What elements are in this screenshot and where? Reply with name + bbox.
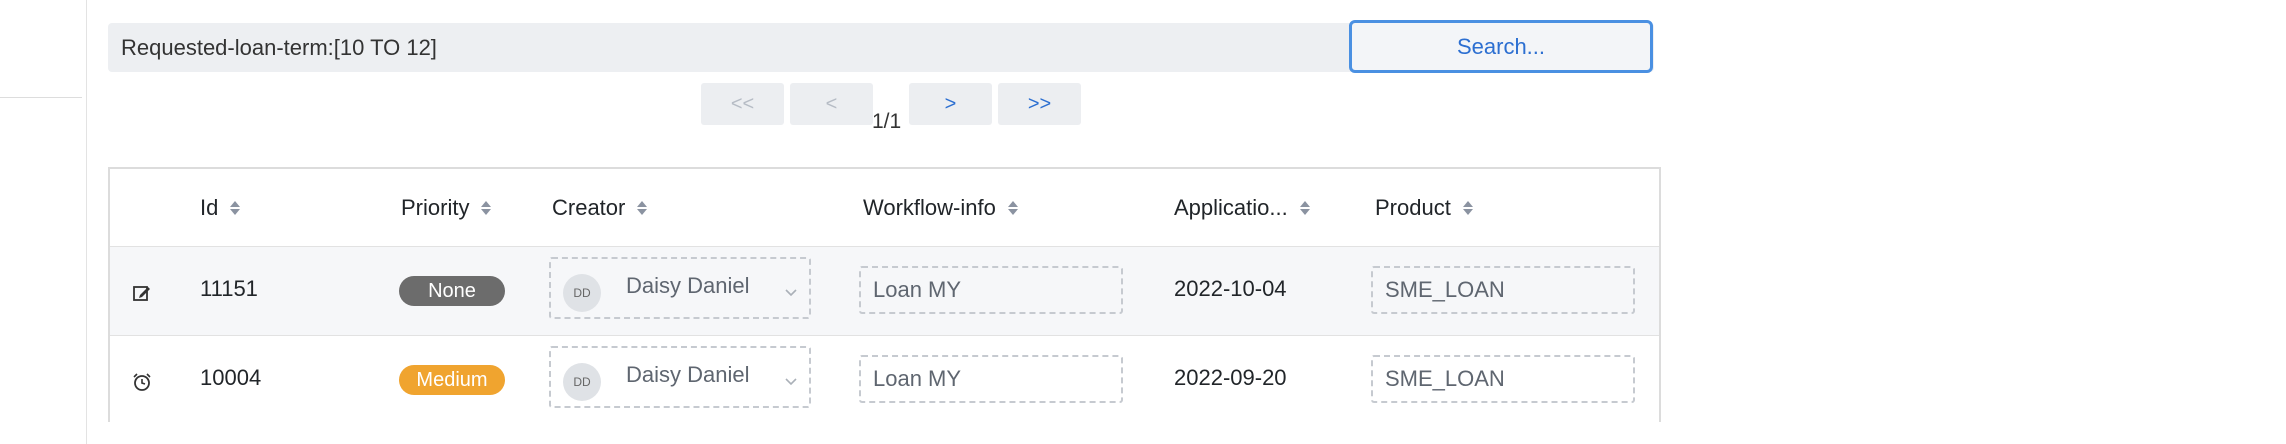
sort-icon[interactable] bbox=[1007, 201, 1018, 215]
column-header-workflow-info[interactable]: Workflow-info bbox=[863, 195, 1018, 221]
cell-id: 10004 bbox=[200, 365, 262, 390]
sort-icon[interactable] bbox=[1299, 201, 1310, 215]
priority-badge: None bbox=[399, 276, 505, 306]
column-label: Product bbox=[1375, 195, 1451, 220]
column-header-application[interactable]: Applicatio... bbox=[1174, 195, 1310, 221]
results-table: Id Priority Creator Workflow-info Applic… bbox=[108, 167, 1661, 424]
product-field[interactable]: SME_LOAN bbox=[1371, 266, 1635, 314]
first-page-button[interactable]: << bbox=[701, 83, 784, 125]
page-indicator: 1/1 bbox=[872, 110, 902, 133]
avatar: DD bbox=[563, 274, 601, 312]
creator-select[interactable]: DD Daisy Daniel bbox=[549, 346, 811, 408]
cell-application-date: 2022-09-20 bbox=[1174, 365, 1287, 390]
column-header-product[interactable]: Product bbox=[1375, 195, 1473, 221]
creator-name: Daisy Daniel bbox=[626, 362, 750, 387]
creator-name: Daisy Daniel bbox=[626, 273, 750, 298]
priority-badge: Medium bbox=[399, 365, 505, 395]
column-label: Priority bbox=[401, 195, 470, 220]
column-label: Creator bbox=[552, 195, 626, 220]
search-button[interactable]: Search... bbox=[1349, 20, 1653, 73]
sort-icon[interactable] bbox=[1462, 201, 1473, 215]
sort-icon[interactable] bbox=[230, 201, 241, 215]
left-sidebar bbox=[0, 0, 87, 444]
column-label: Id bbox=[200, 195, 219, 220]
chevron-down-icon bbox=[785, 285, 797, 297]
edit-icon[interactable] bbox=[132, 283, 152, 303]
sort-icon[interactable] bbox=[637, 201, 648, 215]
sort-icon[interactable] bbox=[481, 201, 492, 215]
column-header-id[interactable]: Id bbox=[200, 195, 241, 221]
table-row[interactable]: 10004 Medium DD Daisy Daniel Loan MY 202… bbox=[110, 336, 1659, 424]
avatar: DD bbox=[563, 363, 601, 401]
sidebar-divider bbox=[0, 97, 82, 98]
search-query-text: Requested-loan-term:[10 TO 12] bbox=[121, 35, 437, 60]
next-page-button[interactable]: > bbox=[909, 83, 992, 125]
cell-id: 11151 bbox=[200, 276, 258, 301]
table-row[interactable]: 11151 None DD Daisy Daniel Loan MY 2022-… bbox=[110, 247, 1659, 336]
column-header-priority[interactable]: Priority bbox=[401, 195, 492, 221]
cell-application-date: 2022-10-04 bbox=[1174, 276, 1287, 301]
last-page-button[interactable]: >> bbox=[998, 83, 1081, 125]
column-label: Applicatio... bbox=[1174, 195, 1288, 220]
workflow-info-field[interactable]: Loan MY bbox=[859, 266, 1123, 314]
workflow-info-field[interactable]: Loan MY bbox=[859, 355, 1123, 403]
table-header: Id Priority Creator Workflow-info Applic… bbox=[110, 169, 1659, 247]
product-field[interactable]: SME_LOAN bbox=[1371, 355, 1635, 403]
previous-page-button[interactable]: < bbox=[790, 83, 873, 125]
alarm-clock-icon[interactable] bbox=[132, 372, 152, 392]
creator-select[interactable]: DD Daisy Daniel bbox=[549, 257, 811, 319]
column-label: Workflow-info bbox=[863, 195, 996, 220]
chevron-down-icon bbox=[785, 374, 797, 386]
column-header-creator[interactable]: Creator bbox=[552, 195, 648, 221]
